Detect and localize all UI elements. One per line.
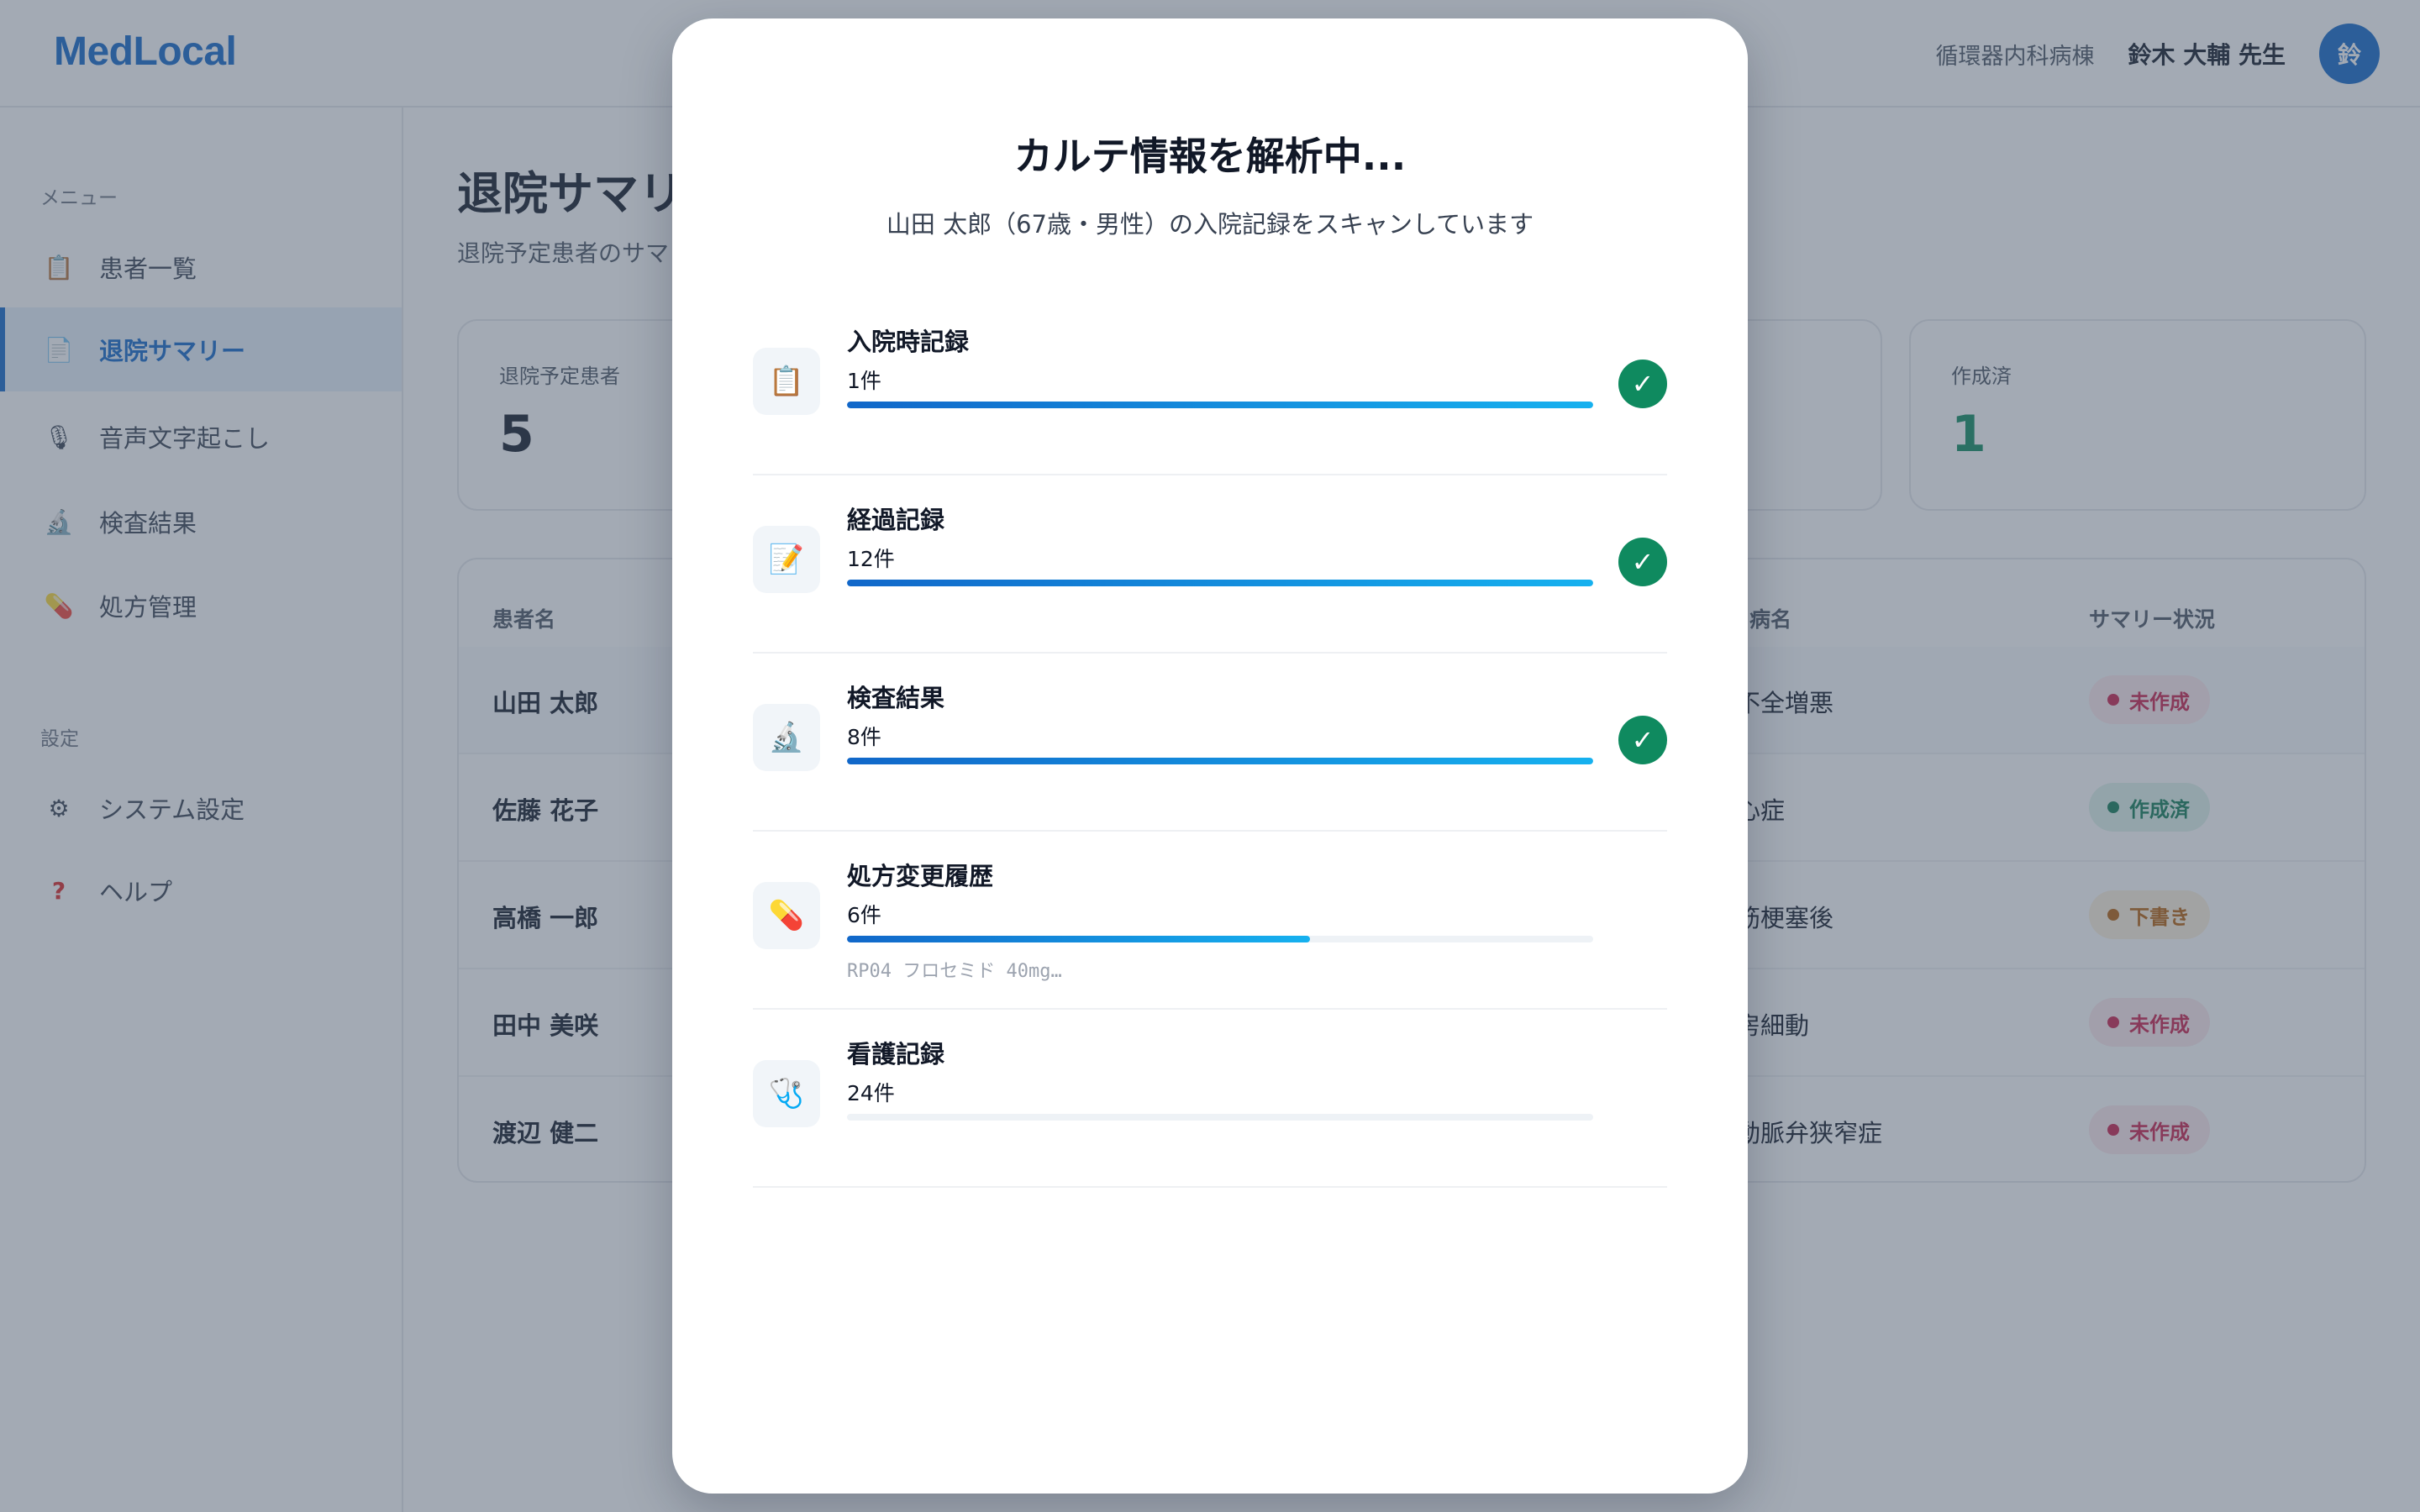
step-count: 1件 — [847, 369, 881, 393]
clipboard-icon: 📋 — [753, 348, 820, 415]
microscope-icon: 🔬 — [753, 704, 820, 771]
step-current-item: RP04 フロセミド 40mg… — [847, 961, 1062, 982]
scan-step-lab-results: 🔬 検査結果 8件 ✓ — [753, 654, 1667, 832]
progress-fill — [847, 580, 1593, 586]
step-name: 経過記録 — [847, 506, 945, 534]
modal-subtitle: 山田 太郎（67歳・男性）の入院記録をスキャンしています — [886, 210, 1534, 239]
step-count: 12件 — [847, 547, 895, 571]
progress-fill — [847, 402, 1593, 408]
progress-bar — [847, 580, 1593, 586]
step-name: 処方変更履歴 — [847, 862, 994, 890]
step-count: 8件 — [847, 725, 881, 749]
step-name: 検査結果 — [847, 684, 945, 712]
step-count: 24件 — [847, 1081, 895, 1105]
step-name: 看護記録 — [847, 1040, 945, 1068]
memo-icon: 📝 — [753, 526, 820, 593]
modal-title: カルテ情報を解析中... — [1013, 134, 1407, 179]
step-name: 入院時記録 — [847, 328, 970, 356]
pill-icon: 💊 — [753, 882, 820, 949]
analysis-modal: カルテ情報を解析中... 山田 太郎（67歳・男性）の入院記録をスキャンしていま… — [672, 18, 1748, 1494]
check-icon: ✓ — [1618, 716, 1667, 764]
progress-fill — [847, 936, 1310, 942]
progress-bar — [847, 402, 1593, 408]
progress-bar — [847, 936, 1593, 942]
scan-step-nursing-records: 🩺 看護記録 24件 — [753, 1010, 1667, 1188]
progress-fill — [847, 758, 1593, 764]
scan-step-progress-notes: 📝 経過記録 12件 ✓ — [753, 475, 1667, 654]
scan-step-prescription-history: 💊 処方変更履歴 6件 RP04 フロセミド 40mg… — [753, 832, 1667, 1010]
step-count: 6件 — [847, 903, 881, 927]
check-icon: ✓ — [1618, 360, 1667, 408]
progress-bar — [847, 1114, 1593, 1121]
check-icon: ✓ — [1618, 538, 1667, 586]
progress-bar — [847, 758, 1593, 764]
scan-step-admission-record: 📋 入院時記録 1件 ✓ — [753, 297, 1667, 475]
stethoscope-icon: 🩺 — [753, 1060, 820, 1127]
